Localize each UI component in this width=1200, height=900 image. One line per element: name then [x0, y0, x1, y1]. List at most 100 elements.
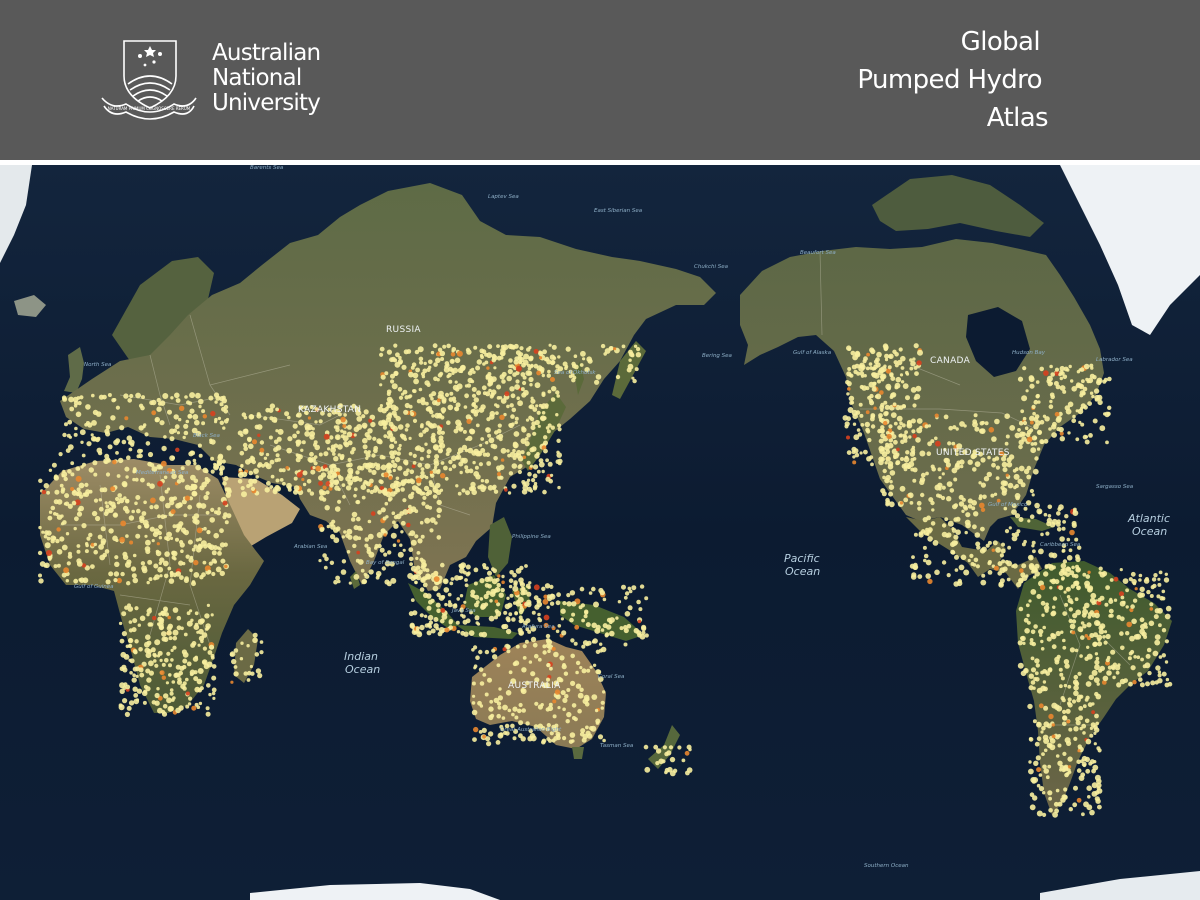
- hydro-site-marker[interactable]: [1098, 566, 1103, 571]
- hydro-site-marker[interactable]: [478, 649, 483, 655]
- hydro-site-marker[interactable]: [884, 477, 890, 484]
- hydro-site-marker[interactable]: [1132, 598, 1138, 603]
- hydro-site-marker[interactable]: [318, 452, 323, 457]
- hydro-site-marker[interactable]: [1067, 702, 1073, 708]
- hydro-site-marker[interactable]: [551, 386, 557, 392]
- hydro-site-marker[interactable]: [172, 428, 178, 433]
- hydro-site-marker[interactable]: [176, 431, 180, 435]
- hydro-site-marker[interactable]: [457, 451, 461, 455]
- hydro-site-marker[interactable]: [210, 469, 215, 474]
- hydro-site-marker[interactable]: [357, 536, 362, 540]
- hydro-site-marker[interactable]: [532, 642, 538, 648]
- hydro-site-marker[interactable]: [202, 660, 207, 665]
- hydro-site-marker[interactable]: [589, 665, 593, 669]
- hydro-site-marker[interactable]: [595, 374, 602, 380]
- hydro-site-marker[interactable]: [909, 451, 916, 457]
- hydro-site-marker[interactable]: [161, 631, 167, 637]
- hydro-site-marker[interactable]: [269, 459, 275, 465]
- hydro-site-marker[interactable]: [944, 517, 949, 522]
- hydro-site-marker[interactable]: [154, 418, 159, 423]
- hydro-site-marker[interactable]: [331, 472, 338, 479]
- hydro-site-marker[interactable]: [1145, 681, 1150, 687]
- hydro-site-marker[interactable]: [591, 694, 598, 700]
- hydro-site-marker[interactable]: [1058, 372, 1062, 377]
- hydro-site-marker[interactable]: [257, 433, 261, 437]
- hydro-site-marker[interactable]: [472, 370, 476, 374]
- hydro-site-marker[interactable]: [76, 544, 81, 548]
- hydro-site-marker[interactable]: [423, 592, 429, 598]
- hydro-site-marker[interactable]: [1088, 761, 1093, 766]
- hydro-site-marker[interactable]: [286, 482, 292, 489]
- hydro-site-marker[interactable]: [181, 649, 187, 655]
- hydro-site-marker[interactable]: [400, 434, 407, 440]
- hydro-site-marker[interactable]: [268, 435, 273, 440]
- hydro-site-marker[interactable]: [426, 630, 432, 636]
- hydro-site-marker[interactable]: [372, 436, 377, 441]
- hydro-site-marker[interactable]: [1062, 715, 1068, 721]
- hydro-site-marker[interactable]: [460, 457, 466, 463]
- hydro-site-marker[interactable]: [274, 458, 279, 463]
- hydro-site-marker[interactable]: [846, 345, 852, 351]
- hydro-site-marker[interactable]: [566, 688, 571, 692]
- hydro-site-marker[interactable]: [469, 428, 475, 434]
- hydro-site-marker[interactable]: [496, 582, 501, 588]
- hydro-site-marker[interactable]: [599, 589, 605, 596]
- hydro-site-marker[interactable]: [1017, 376, 1024, 382]
- hydro-site-marker[interactable]: [1140, 657, 1144, 662]
- hydro-site-marker[interactable]: [1068, 364, 1072, 369]
- hydro-site-marker[interactable]: [1059, 684, 1063, 689]
- hydro-site-marker[interactable]: [128, 628, 133, 633]
- hydro-site-marker[interactable]: [1002, 467, 1008, 473]
- hydro-site-marker[interactable]: [172, 496, 178, 501]
- hydro-site-marker[interactable]: [1113, 576, 1119, 582]
- hydro-site-marker[interactable]: [537, 612, 541, 617]
- hydro-site-marker[interactable]: [393, 343, 398, 348]
- hydro-site-marker[interactable]: [191, 491, 197, 497]
- hydro-site-marker[interactable]: [419, 520, 424, 525]
- hydro-site-marker[interactable]: [557, 461, 562, 466]
- hydro-site-marker[interactable]: [168, 578, 175, 584]
- hydro-site-marker[interactable]: [512, 661, 518, 667]
- hydro-site-marker[interactable]: [1072, 510, 1079, 516]
- hydro-site-marker[interactable]: [602, 690, 606, 694]
- hydro-site-marker[interactable]: [540, 415, 546, 422]
- hydro-site-marker[interactable]: [507, 343, 513, 349]
- hydro-site-marker[interactable]: [510, 393, 516, 399]
- hydro-site-marker[interactable]: [502, 647, 507, 652]
- hydro-site-marker[interactable]: [350, 517, 356, 522]
- hydro-site-marker[interactable]: [61, 544, 68, 551]
- hydro-site-marker[interactable]: [506, 449, 510, 453]
- hydro-site-marker[interactable]: [361, 414, 366, 419]
- hydro-site-marker[interactable]: [1004, 413, 1010, 419]
- hydro-site-marker[interactable]: [1084, 439, 1090, 445]
- hydro-site-marker[interactable]: [310, 469, 316, 475]
- hydro-site-marker[interactable]: [418, 432, 424, 438]
- hydro-site-marker[interactable]: [1139, 586, 1145, 592]
- hydro-site-marker[interactable]: [1037, 400, 1041, 404]
- hydro-site-marker[interactable]: [427, 614, 434, 621]
- hydro-site-marker[interactable]: [191, 705, 197, 711]
- hydro-site-marker[interactable]: [1066, 537, 1071, 542]
- hydro-site-marker[interactable]: [65, 532, 70, 536]
- hydro-site-marker[interactable]: [1089, 809, 1095, 816]
- hydro-site-marker[interactable]: [159, 495, 166, 502]
- hydro-site-marker[interactable]: [866, 456, 872, 462]
- hydro-site-marker[interactable]: [1038, 773, 1043, 777]
- hydro-site-marker[interactable]: [559, 655, 565, 661]
- hydro-site-marker[interactable]: [609, 630, 615, 637]
- hydro-site-marker[interactable]: [323, 433, 330, 440]
- hydro-site-marker[interactable]: [371, 469, 377, 475]
- hydro-site-marker[interactable]: [206, 683, 211, 688]
- hydro-site-marker[interactable]: [961, 497, 966, 502]
- hydro-site-marker[interactable]: [991, 548, 995, 552]
- hydro-site-marker[interactable]: [946, 573, 951, 578]
- hydro-site-marker[interactable]: [1075, 567, 1081, 573]
- hydro-site-marker[interactable]: [869, 347, 875, 353]
- hydro-site-marker[interactable]: [551, 738, 556, 743]
- hydro-site-marker[interactable]: [414, 581, 418, 585]
- hydro-site-marker[interactable]: [579, 586, 585, 592]
- hydro-site-marker[interactable]: [437, 631, 443, 637]
- hydro-site-marker[interactable]: [1089, 633, 1095, 638]
- hydro-site-marker[interactable]: [217, 453, 224, 459]
- hydro-site-marker[interactable]: [945, 533, 950, 538]
